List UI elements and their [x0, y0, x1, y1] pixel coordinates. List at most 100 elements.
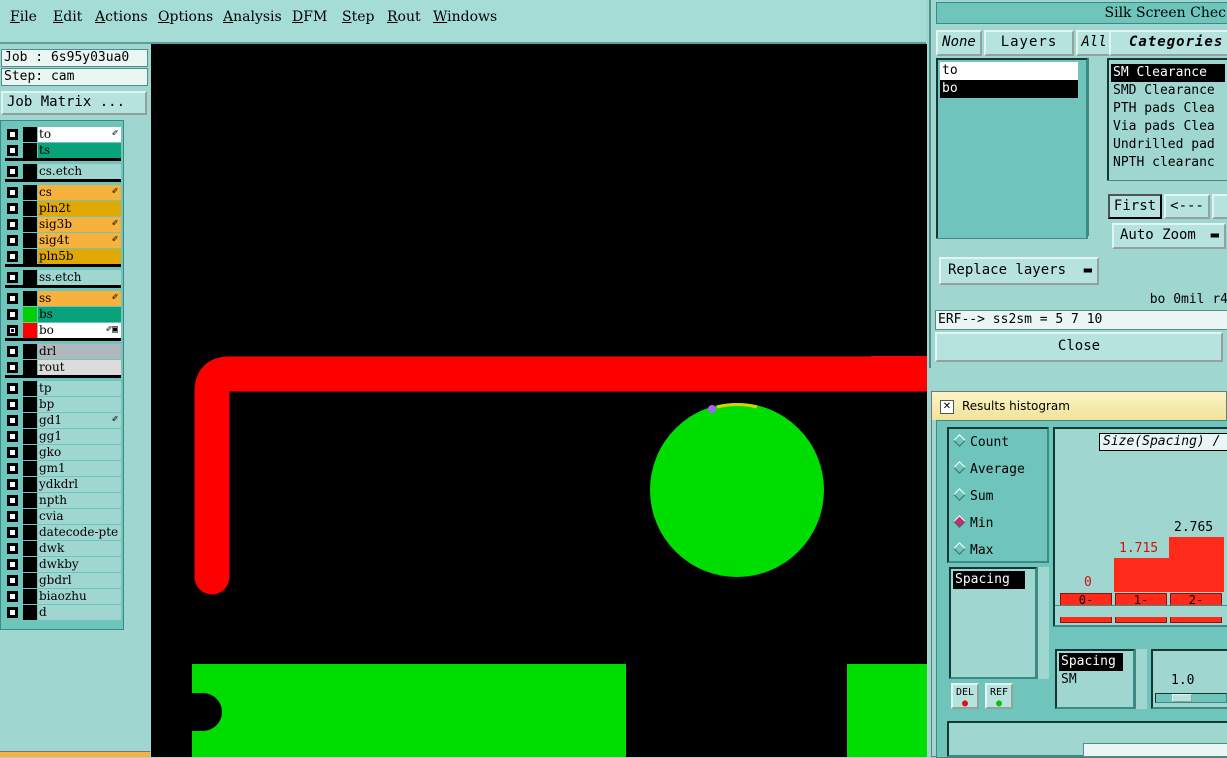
layer-name[interactable]: gm1 — [38, 461, 121, 476]
layer-checkbox[interactable] — [7, 479, 18, 490]
layer-color-swatch[interactable] — [23, 143, 37, 158]
layer-name[interactable]: gg1 — [38, 429, 121, 444]
graphic-canvas[interactable] — [151, 44, 927, 757]
layer-color-swatch[interactable] — [23, 461, 37, 476]
layer-color-swatch[interactable] — [23, 557, 37, 572]
layer-row-ydkdrl[interactable]: ydkdrl — [5, 477, 121, 492]
layer-row-drl[interactable]: drl — [5, 344, 121, 359]
close-button[interactable]: Close — [935, 332, 1223, 362]
layer-checkbox[interactable] — [7, 235, 18, 246]
del-button[interactable]: DEL ● — [951, 683, 979, 709]
layer-row-to[interactable]: to ✐ — [5, 127, 121, 142]
layer-row-gbdrl[interactable]: gbdrl — [5, 573, 121, 588]
layer-row-gg1[interactable]: gg1 — [5, 429, 121, 444]
slider-thumb[interactable] — [1172, 694, 1192, 702]
silk-layer-item-to[interactable]: to — [940, 62, 1078, 80]
layer-name[interactable]: dwk — [38, 541, 121, 556]
layer-checkbox[interactable] — [7, 527, 18, 538]
categories-button[interactable]: Categories — [1109, 30, 1227, 56]
category-item[interactable]: SM Clearance — [1111, 64, 1225, 82]
layer-name[interactable]: ss — [38, 291, 121, 306]
category-item[interactable]: NPTH clearanc — [1111, 154, 1225, 172]
value-slider[interactable] — [1155, 693, 1227, 703]
category-item[interactable]: Via pads Clea — [1111, 118, 1225, 136]
spacing-list-header[interactable]: Spacing — [953, 571, 1025, 589]
silk-layer-hscroll[interactable] — [936, 238, 1088, 250]
layer-name[interactable]: cs.etch — [38, 164, 121, 179]
layer-checkbox[interactable] — [7, 166, 18, 177]
layer-name[interactable]: sig3b — [38, 217, 121, 232]
layer-checkbox[interactable] — [7, 272, 18, 283]
layer-row-dwk[interactable]: dwk — [5, 541, 121, 556]
menu-dfm[interactable]: DFM — [292, 9, 327, 25]
layer-name[interactable]: cs — [38, 185, 121, 200]
layer-color-swatch[interactable] — [23, 429, 37, 444]
silk-layer-vscroll[interactable] — [1088, 58, 1100, 236]
layer-name[interactable]: tp — [38, 381, 121, 396]
layer-name[interactable]: sig4t — [38, 233, 121, 248]
layer-row-sig3b[interactable]: sig3b ✐ — [5, 217, 121, 232]
category-item[interactable]: SMD Clearance — [1111, 82, 1225, 100]
layer-checkbox[interactable] — [7, 415, 18, 426]
layer-color-swatch[interactable] — [23, 477, 37, 492]
layer-name[interactable]: drl — [38, 344, 121, 359]
layer-color-swatch[interactable] — [23, 509, 37, 524]
layer-name[interactable]: to — [38, 127, 121, 142]
layer-row-rout[interactable]: rout — [5, 360, 121, 375]
first-button[interactable]: First — [1108, 194, 1162, 219]
layer-checkbox[interactable] — [7, 203, 18, 214]
layer-row-d[interactable]: d — [5, 605, 121, 620]
layer-color-swatch[interactable] — [23, 573, 37, 588]
menu-file[interactable]: File — [10, 9, 37, 25]
auto-zoom-option[interactable]: Auto Zoom ▬ — [1112, 223, 1226, 249]
layer-color-swatch[interactable] — [23, 307, 37, 322]
layer-checkbox[interactable] — [7, 575, 18, 586]
layer-row-dwkby[interactable]: dwkby — [5, 557, 121, 572]
layer-row-ss[interactable]: ss ✐ — [5, 291, 121, 306]
categories-listbox[interactable]: SM Clearance SMD Clearance PTH pads Clea Vi… — [1107, 58, 1227, 182]
all-button[interactable]: All — [1076, 30, 1112, 56]
layer-checkbox[interactable] — [7, 129, 18, 140]
layer-name[interactable]: pln2t — [38, 201, 121, 216]
menu-edit[interactable]: Edit — [53, 9, 82, 25]
layer-row-bs[interactable]: bs — [5, 307, 121, 322]
layer-name[interactable]: bp — [38, 397, 121, 412]
selection-item-sm[interactable]: SM — [1059, 671, 1131, 689]
none-button[interactable]: None — [936, 30, 982, 56]
layer-color-swatch[interactable] — [23, 127, 37, 142]
layer-row-tp[interactable]: tp — [5, 381, 121, 396]
menu-actions[interactable]: Actions — [95, 9, 148, 25]
bottom-field[interactable] — [1083, 743, 1227, 757]
layer-checkbox[interactable] — [7, 145, 18, 156]
layer-name[interactable]: dwkby — [38, 557, 121, 572]
layer-checkbox[interactable] — [7, 399, 18, 410]
category-item[interactable]: Undrilled pad — [1111, 136, 1225, 154]
graph-hscroll[interactable] — [1055, 605, 1227, 617]
layer-checkbox[interactable] — [7, 362, 18, 373]
layer-name[interactable]: gd1 — [38, 413, 121, 428]
layer-checkbox[interactable] — [7, 431, 18, 442]
menu-step[interactable]: Step — [342, 9, 374, 25]
layer-name[interactable]: gbdrl — [38, 573, 121, 588]
layer-row-cs.etch[interactable]: cs.etch — [5, 164, 121, 179]
layer-color-swatch[interactable] — [23, 541, 37, 556]
layers-button[interactable]: Layers — [984, 30, 1074, 56]
layer-name[interactable]: d — [38, 605, 121, 620]
layer-color-swatch[interactable] — [23, 201, 37, 216]
layer-color-swatch[interactable] — [23, 291, 37, 306]
layer-color-swatch[interactable] — [23, 605, 37, 620]
layer-color-swatch[interactable] — [23, 185, 37, 200]
silk-layer-listbox[interactable]: to bo — [936, 58, 1088, 250]
layer-color-swatch[interactable] — [23, 249, 37, 264]
layer-color-swatch[interactable] — [23, 164, 37, 179]
layer-color-swatch[interactable] — [23, 217, 37, 232]
layer-color-swatch[interactable] — [23, 344, 37, 359]
silk-layer-item-bo[interactable]: bo — [940, 80, 1078, 98]
layer-name[interactable]: ts — [38, 143, 121, 158]
layer-checkbox[interactable] — [7, 607, 18, 618]
selection-vscroll[interactable] — [1135, 649, 1147, 709]
selection-listbox[interactable]: Spacing SM — [1055, 649, 1135, 709]
mode-radio-average[interactable]: Average — [953, 461, 1025, 478]
layer-checkbox[interactable] — [7, 187, 18, 198]
job-matrix-button[interactable]: Job Matrix ... — [1, 91, 147, 115]
